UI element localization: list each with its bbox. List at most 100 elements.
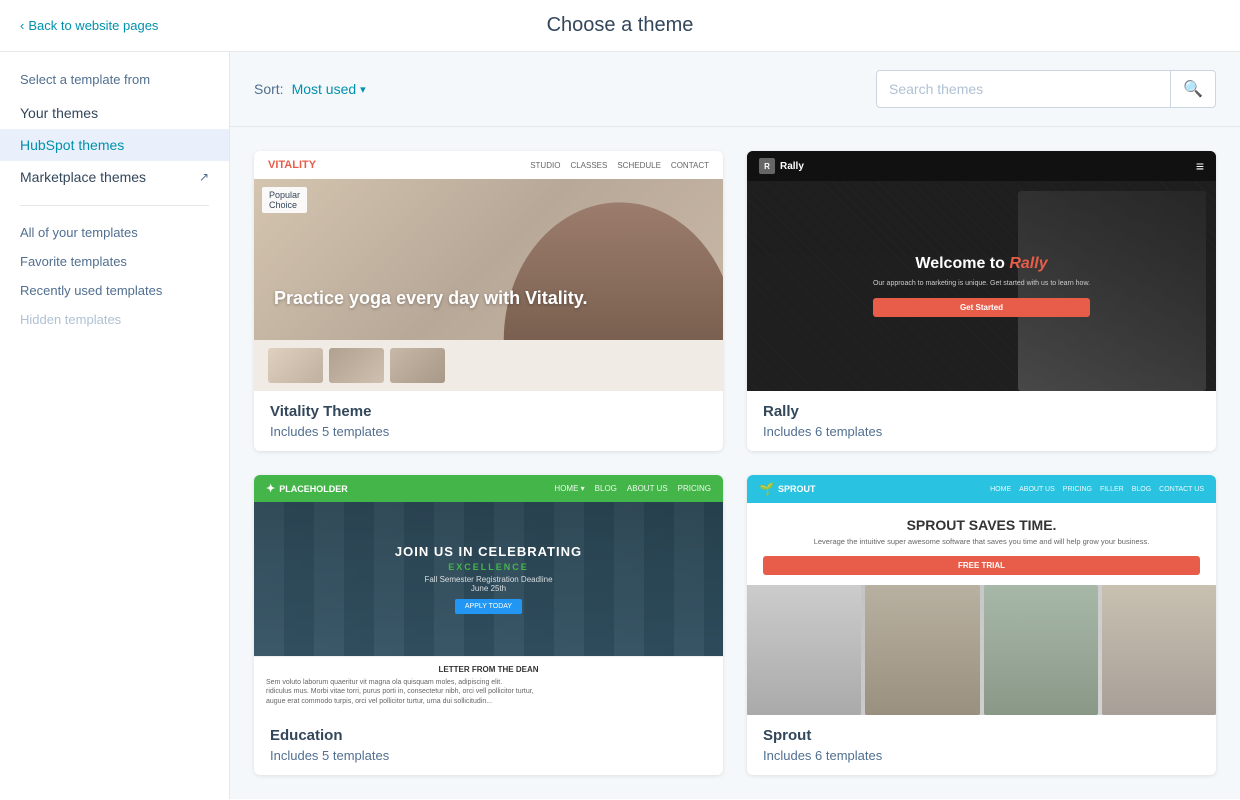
search-icon: 🔍	[1183, 81, 1203, 98]
sprout-person-4	[1102, 585, 1216, 716]
sprout-person-1	[747, 585, 861, 716]
vitality-thumb-1	[268, 348, 323, 383]
sprout-person-3	[984, 585, 1098, 716]
sidebar-sub-item-all-templates[interactable]: All of your templates	[0, 218, 229, 247]
vitality-thumb-3	[390, 348, 445, 383]
sidebar-item-label: HubSpot themes	[20, 137, 124, 153]
edu-hero-date: Fall Semester Registration Deadline	[395, 575, 582, 584]
search-button[interactable]: 🔍	[1170, 71, 1215, 107]
sidebar-sub-item-hidden-templates: Hidden templates	[0, 305, 229, 334]
sidebar-sub-item-label: Hidden templates	[20, 312, 121, 327]
search-input[interactable]	[877, 73, 1170, 105]
edu-hero-sub: EXCELLENCE	[395, 562, 582, 572]
rally-content: Welcome to Rally Our approach to marketi…	[873, 255, 1090, 318]
education-preview: ✦ PLACEHOLDER HOME ▾ BLOG ABOUT US PRICI…	[254, 475, 723, 715]
rally-logo-icon: R	[759, 158, 775, 174]
sidebar-item-label: Your themes	[20, 105, 98, 121]
sidebar-divider	[20, 205, 209, 206]
vitality-hero-text: Practice yoga every day with Vitality.	[274, 287, 587, 310]
education-info: Education Includes 5 templates	[254, 715, 723, 775]
sprout-subtext: Leverage the intuitive super awesome sof…	[763, 537, 1200, 548]
rally-heading-start: Welcome to	[915, 255, 1005, 272]
rally-preview: R Rally ≡ Welcome to Rally	[747, 151, 1216, 391]
edu-letter: LETTER FROM THE DEAN Sem voluto laborum …	[254, 656, 723, 715]
edu-logo-icon: ✦	[266, 482, 275, 495]
sprout-templates-count: Includes 6 templates	[763, 748, 1200, 763]
sidebar-item-hubspot-themes[interactable]: HubSpot themes	[0, 129, 229, 161]
sprout-nav: 🌱 SPROUT HOME ABOUT US PRICING FILLER BL…	[747, 475, 1216, 503]
sort-dropdown[interactable]: Most used ▾	[292, 81, 366, 97]
sort-label: Sort:	[254, 81, 284, 97]
sidebar-sub-item-favorite-templates[interactable]: Favorite templates	[0, 247, 229, 276]
sidebar-sub-item-label: All of your templates	[20, 225, 138, 240]
sort-chevron-icon: ▾	[360, 83, 366, 96]
education-name: Education	[270, 727, 707, 744]
sort-left: Sort: Most used ▾	[254, 81, 366, 97]
vitality-thumb-2	[329, 348, 384, 383]
external-link-icon: ↗	[199, 170, 209, 184]
rally-hero: Welcome to Rally Our approach to marketi…	[747, 181, 1216, 391]
sidebar-sub-item-recently-used[interactable]: Recently used templates	[0, 276, 229, 305]
rally-heading-accent: Rally	[1009, 255, 1047, 272]
vitality-thumbnails	[254, 340, 723, 391]
vitality-name: Vitality Theme	[270, 403, 707, 420]
sprout-cta: FREE TRIAL	[763, 556, 1200, 575]
sort-value: Most used	[292, 81, 357, 97]
sidebar: Select a template from Your themes HubSp…	[0, 52, 230, 799]
vitality-templates-count: Includes 5 templates	[270, 424, 707, 439]
sprout-name: Sprout	[763, 727, 1200, 744]
theme-card-rally[interactable]: R Rally ≡ Welcome to Rally	[747, 151, 1216, 451]
sprout-preview: 🌱 SPROUT HOME ABOUT US PRICING FILLER BL…	[747, 475, 1216, 715]
rally-logo-text: Rally	[780, 161, 804, 172]
edu-nav-links: HOME ▾ BLOG ABOUT US PRICING	[554, 484, 711, 493]
edu-hero-text: JOIN US IN CELEBRATING EXCELLENCE Fall S…	[395, 544, 582, 614]
sidebar-sub-item-label: Recently used templates	[20, 283, 162, 298]
edu-letter-text: Sem voluto laborum quaeritur vit magna o…	[266, 678, 711, 707]
vitality-popular-tag: PopularChoice	[262, 187, 307, 213]
edu-logo-text: PLACEHOLDER	[279, 484, 348, 494]
edu-letter-title: LETTER FROM THE DEAN	[266, 665, 711, 674]
rally-menu-icon: ≡	[1196, 158, 1204, 174]
rally-name: Rally	[763, 403, 1200, 420]
page-header: ‹ Back to website pages Choose a theme	[0, 0, 1240, 52]
sprout-logo: 🌱 SPROUT	[759, 482, 815, 496]
main-layout: Select a template from Your themes HubSp…	[0, 52, 1240, 799]
sprout-nav-links: HOME ABOUT US PRICING FILLER BLOG CONTAC…	[990, 486, 1204, 493]
sidebar-sub-item-label: Favorite templates	[20, 254, 127, 269]
edu-cta: APPLY TODAY	[455, 599, 522, 614]
back-link[interactable]: ‹ Back to website pages	[20, 18, 158, 33]
sidebar-item-marketplace-themes[interactable]: Marketplace themes ↗	[0, 161, 229, 193]
theme-card-vitality[interactable]: VITALITY STUDIO CLASSES SCHEDULE CONTACT…	[254, 151, 723, 451]
theme-card-sprout[interactable]: 🌱 SPROUT HOME ABOUT US PRICING FILLER BL…	[747, 475, 1216, 775]
sprout-hero: SPROUT SAVES TIME. Leverage the intuitiv…	[747, 503, 1216, 715]
vitality-nav-links: STUDIO CLASSES SCHEDULE CONTACT	[530, 161, 709, 170]
sprout-heading: SPROUT SAVES TIME.	[763, 517, 1200, 533]
theme-grid: VITALITY STUDIO CLASSES SCHEDULE CONTACT…	[230, 127, 1240, 799]
rally-heading: Welcome to Rally	[873, 255, 1090, 273]
back-label: Back to website pages	[28, 18, 158, 33]
education-templates-count: Includes 5 templates	[270, 748, 707, 763]
sidebar-section-title: Select a template from	[0, 72, 229, 97]
content-area: Sort: Most used ▾ 🔍 VITALITY	[230, 52, 1240, 799]
vitality-logo: VITALITY	[268, 159, 316, 171]
vitality-hero: PopularChoice Practice yoga every day wi…	[254, 179, 723, 340]
sprout-logo-icon: 🌱	[759, 482, 774, 496]
sprout-logo-text: SPROUT	[778, 484, 816, 494]
sprout-top: SPROUT SAVES TIME. Leverage the intuitiv…	[747, 503, 1216, 585]
vitality-preview: VITALITY STUDIO CLASSES SCHEDULE CONTACT…	[254, 151, 723, 391]
sidebar-item-label: Marketplace themes	[20, 169, 146, 185]
search-box: 🔍	[876, 70, 1216, 108]
rally-info: Rally Includes 6 templates	[747, 391, 1216, 451]
rally-templates-count: Includes 6 templates	[763, 424, 1200, 439]
page-title: Choose a theme	[547, 14, 694, 37]
theme-card-education[interactable]: ✦ PLACEHOLDER HOME ▾ BLOG ABOUT US PRICI…	[254, 475, 723, 775]
edu-hero-date-2: June 25th	[395, 584, 582, 593]
sprout-people	[747, 585, 1216, 716]
rally-subtext: Our approach to marketing is unique. Get…	[873, 279, 1090, 289]
rally-cta: Get Started	[873, 298, 1090, 317]
sprout-info: Sprout Includes 6 templates	[747, 715, 1216, 775]
vitality-nav: VITALITY STUDIO CLASSES SCHEDULE CONTACT	[254, 151, 723, 179]
sidebar-item-your-themes[interactable]: Your themes	[0, 97, 229, 129]
edu-hero-heading: JOIN US IN CELEBRATING	[395, 544, 582, 559]
vitality-info: Vitality Theme Includes 5 templates	[254, 391, 723, 451]
